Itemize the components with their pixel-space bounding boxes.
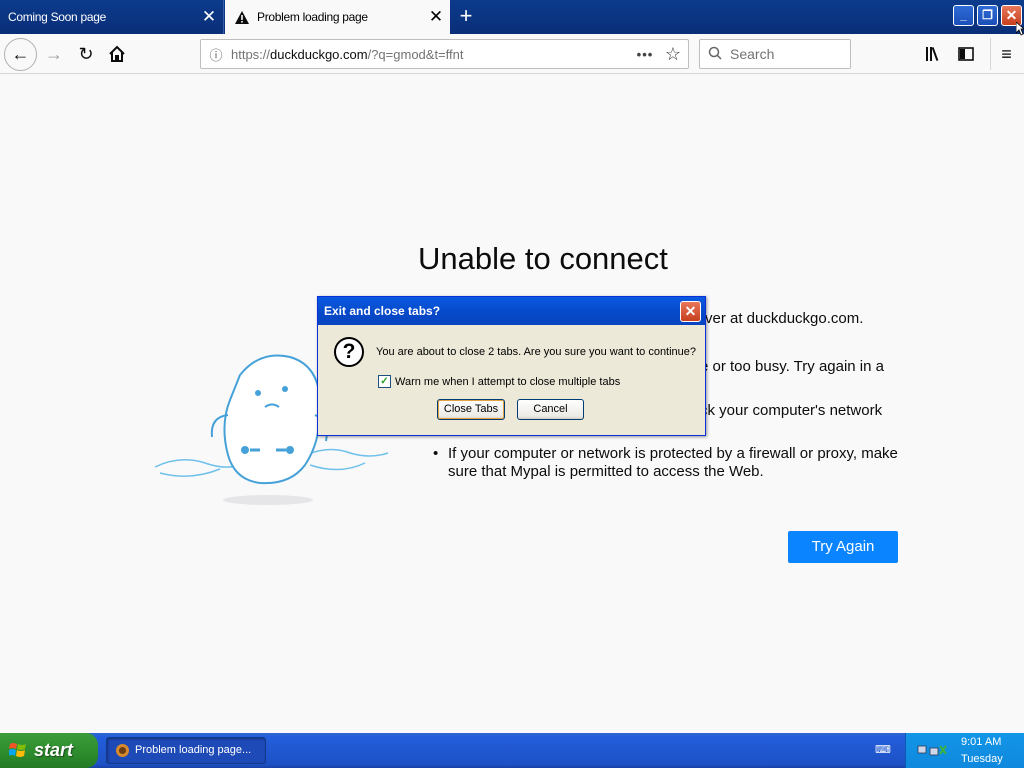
minimize-button[interactable]: _ (953, 5, 974, 26)
info-icon[interactable]: ⓘ (201, 45, 231, 64)
close-tabs-button[interactable]: Close Tabs (437, 399, 505, 420)
taskbar-item-browser[interactable]: Problem loading page... (106, 737, 266, 764)
cancel-button[interactable]: Cancel (517, 399, 584, 420)
bookmark-star-icon[interactable]: ☆ (658, 44, 688, 65)
restore-button[interactable]: ❐ (977, 5, 998, 26)
search-icon (700, 46, 730, 63)
error-suggestion: ck your computer's network (700, 402, 883, 419)
tab-label: Coming Soon page (8, 10, 106, 24)
checkbox-label: Warn me when I attempt to close multiple… (395, 375, 621, 388)
dialog-titlebar[interactable]: Exit and close tabs? ✕ (318, 297, 705, 325)
system-tray: 9:01 AM Tuesday (905, 733, 1024, 768)
page-actions-icon[interactable]: ••• (632, 47, 658, 62)
warn-multiple-tabs-checkbox[interactable]: ✓ Warn me when I attempt to close multip… (378, 375, 620, 388)
windows-flag-icon (9, 743, 26, 757)
search-placeholder: Search (730, 46, 775, 62)
browser-app-icon (116, 744, 129, 757)
mouse-cursor-icon (1016, 22, 1024, 36)
library-icon[interactable] (918, 38, 950, 70)
try-again-button[interactable]: Try Again (788, 531, 898, 563)
network-icon[interactable] (916, 742, 948, 758)
tab-coming-soon[interactable]: Coming Soon page ✕ (0, 0, 224, 34)
reload-icon: ↻ (78, 44, 94, 64)
start-label: start (34, 740, 74, 760)
forward-button[interactable]: → (38, 38, 70, 70)
url-host: duckduckgo.com (270, 46, 368, 62)
back-button[interactable]: ← (4, 38, 37, 71)
tab-label: Problem loading page (257, 10, 368, 24)
start-button[interactable]: start (0, 733, 98, 768)
navigation-bar: ← → ↻ ⓘ https://duckduckgo.com/?q=gmod&t… (0, 34, 1024, 74)
clock-day: Tuesday (961, 753, 1003, 765)
error-description: rver at duckduckgo.com. (700, 310, 864, 327)
checkbox-checked-icon[interactable]: ✓ (378, 375, 391, 388)
warning-icon (235, 10, 249, 24)
sidebar-icon[interactable] (950, 38, 982, 70)
reload-button[interactable]: ↻ (70, 38, 102, 70)
home-icon (109, 45, 125, 62)
tab-problem-loading[interactable]: Problem loading page ✕ (225, 0, 450, 34)
keyboard-icon[interactable]: ⌨ (875, 743, 891, 757)
url-bar[interactable]: ⓘ https://duckduckgo.com/?q=gmod&t=ffnt … (200, 39, 689, 69)
close-icon[interactable]: ✕ (195, 0, 223, 34)
url-path: /?q=gmod&t=ffnt (367, 46, 464, 62)
dialog-message: You are about to close 2 tabs. Are you s… (376, 346, 697, 358)
dialog-title: Exit and close tabs? (324, 304, 441, 318)
error-suggestion: If your computer or network is protected… (433, 445, 903, 481)
tab-strip: Coming Soon page ✕ Problem loading page … (0, 0, 1024, 34)
url-text[interactable]: https://duckduckgo.com/?q=gmod&t=ffnt (231, 47, 632, 62)
task-label: Problem loading page... (135, 744, 252, 756)
arrow-right-icon: → (45, 44, 63, 64)
close-tabs-dialog: Exit and close tabs? ✕ ? You are about t… (317, 296, 706, 436)
new-tab-button[interactable]: + (452, 3, 480, 31)
question-icon: ? (334, 337, 364, 367)
search-input[interactable]: Search (699, 39, 851, 69)
home-button[interactable] (101, 38, 133, 70)
hamburger-menu-icon[interactable]: ≡ (990, 38, 1022, 70)
clock-time[interactable]: 9:01 AM (961, 736, 1001, 748)
error-suggestion: e or too busy. Try again in a (700, 358, 884, 375)
error-title: Unable to connect (418, 241, 668, 276)
url-prefix: https:// (231, 46, 271, 62)
arrow-left-icon: ← (11, 44, 30, 64)
taskbar: start Problem loading page... ⌨ 9:01 AM … (0, 733, 1024, 768)
dialog-close-button[interactable]: ✕ (680, 301, 701, 322)
close-icon[interactable]: ✕ (422, 0, 450, 34)
